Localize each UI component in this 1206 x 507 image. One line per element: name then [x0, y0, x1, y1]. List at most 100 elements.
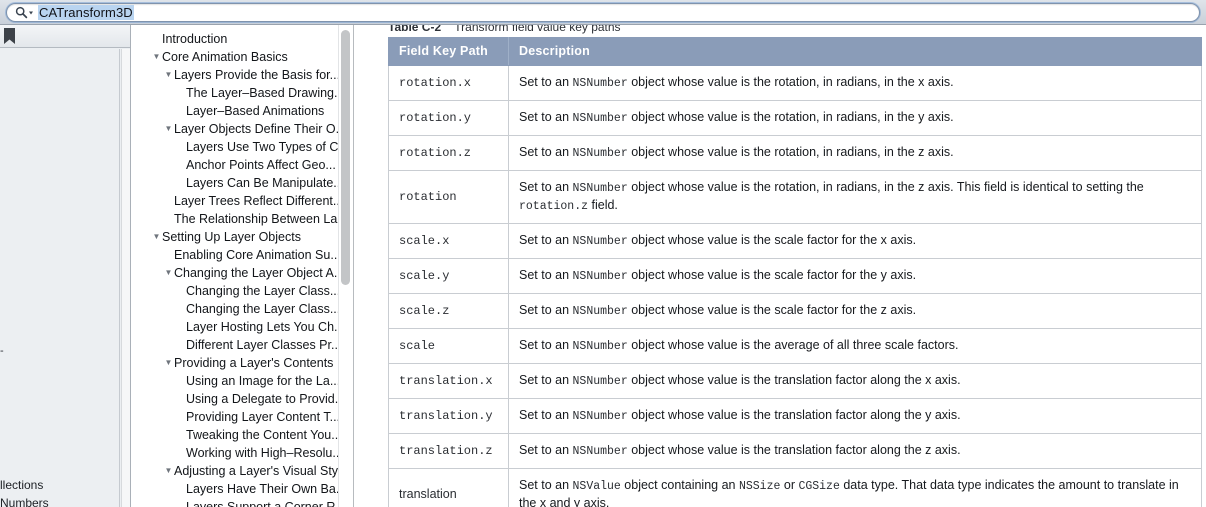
sidebar-item-label: Tweaking the Content You... — [186, 426, 340, 444]
sidebar-item-label: Layer–Based Animations — [186, 102, 324, 120]
sidebar-item[interactable]: Providing Layer Content T... — [132, 408, 340, 426]
cell-description: Set to an NSNumber object whose value is… — [509, 136, 1202, 171]
sidebar-item[interactable]: Changing the Layer Class... — [132, 282, 340, 300]
search-icon[interactable] — [15, 6, 34, 19]
left-panel-body: - llections Numbers on — [0, 49, 120, 507]
sidebar-item[interactable]: Introduction — [132, 30, 340, 48]
sidebar-item-label: Using a Delegate to Provid... — [186, 390, 340, 408]
api-symbol: NSNumber — [573, 77, 628, 90]
cell-description: Set to an NSNumber object whose value is… — [509, 224, 1202, 259]
cell-field-key-path: scale.z — [389, 294, 509, 329]
search-toolbar: CATransform3D — [0, 0, 1206, 25]
cell-field-key-path: scale.x — [389, 224, 509, 259]
sidebar-item-label: Changing the Layer Object A... — [174, 264, 340, 282]
sidebar-item-label: Different Layer Classes Pr... — [186, 336, 340, 354]
workspace: - llections Numbers on Introduction▼Core… — [0, 25, 1206, 507]
disclosure-triangle-icon[interactable]: ▼ — [164, 66, 173, 84]
sidebar-item[interactable]: ▼Layers Provide the Basis for... — [132, 66, 340, 84]
sidebar-item[interactable]: Different Layer Classes Pr... — [132, 336, 340, 354]
api-symbol: NSNumber — [573, 445, 628, 458]
sidebar-item[interactable]: Using an Image for the La... — [132, 372, 340, 390]
toc-scrollbar[interactable] — [338, 25, 352, 507]
left-panel-header — [0, 25, 131, 48]
sidebar-item[interactable]: ▼Changing the Layer Object A... — [132, 264, 340, 282]
sidebar-item-label: Layer Objects Define Their O... — [174, 120, 340, 138]
cell-description: Set to an NSNumber object whose value is… — [509, 434, 1202, 469]
left-panel-scrollbar[interactable] — [121, 49, 130, 507]
table-of-contents-sidebar: Introduction▼Core Animation Basics▼Layer… — [132, 25, 354, 507]
table-row: translation.xSet to an NSNumber object w… — [389, 364, 1202, 399]
api-symbol: NSNumber — [573, 147, 628, 160]
api-symbol: CGSize — [798, 480, 839, 493]
sidebar-item[interactable]: Using a Delegate to Provid... — [132, 390, 340, 408]
sidebar-item-label: Layers Provide the Basis for... — [174, 66, 340, 84]
sidebar-item[interactable]: Layers Use Two Types of C... — [132, 138, 340, 156]
sidebar-item[interactable]: The Relationship Between La... — [132, 210, 340, 228]
table-row: rotation.xSet to an NSNumber object whos… — [389, 66, 1202, 101]
sidebar-item-label: Enabling Core Animation Su... — [174, 246, 340, 264]
disclosure-triangle-icon[interactable]: ▼ — [164, 264, 173, 282]
search-input[interactable]: CATransform3D — [6, 3, 1200, 22]
sidebar-item[interactable]: Layer Trees Reflect Different... — [132, 192, 340, 210]
cell-description: Set to an NSValue object containing an N… — [509, 469, 1202, 507]
table-head: Field Key Path Description — [389, 38, 1202, 66]
sidebar-item[interactable]: ▼Adjusting a Layer's Visual Sty... — [132, 462, 340, 480]
sidebar-item-label: Layers Have Their Own Ba... — [186, 480, 340, 498]
document-pane: Table C-2 Transform field value key path… — [354, 25, 1206, 507]
table-row: rotationSet to an NSNumber object whose … — [389, 171, 1202, 224]
api-symbol: NSNumber — [573, 305, 628, 318]
sidebar-item-label: Providing a Layer's Contents — [174, 354, 333, 372]
sidebar-item[interactable]: Enabling Core Animation Su... — [132, 246, 340, 264]
cell-description: Set to an NSNumber object whose value is… — [509, 259, 1202, 294]
sidebar-item[interactable]: The Layer–Based Drawing... — [132, 84, 340, 102]
sidebar-item[interactable]: ▼Layer Objects Define Their O... — [132, 120, 340, 138]
sidebar-item[interactable]: Changing the Layer Class... — [132, 300, 340, 318]
cell-field-key-path: rotation.x — [389, 66, 509, 101]
cell-description: Set to an NSNumber object whose value is… — [509, 329, 1202, 364]
disclosure-triangle-icon[interactable]: ▼ — [164, 462, 173, 480]
cell-field-key-path: rotation — [389, 171, 509, 224]
sidebar-item-label: Layer Hosting Lets You Ch... — [186, 318, 340, 336]
sidebar-item[interactable]: Tweaking the Content You... — [132, 426, 340, 444]
disclosure-triangle-icon[interactable]: ▼ — [152, 228, 161, 246]
api-symbol: NSValue — [573, 480, 621, 493]
list-item[interactable]: llections — [0, 476, 118, 494]
table-header-row: Field Key Path Description — [389, 38, 1202, 66]
sidebar-item-label: Introduction — [162, 30, 227, 48]
bookmark-icon[interactable] — [3, 28, 16, 45]
table-row: scaleSet to an NSNumber object whose val… — [389, 329, 1202, 364]
left-panel-clipped-list: llections Numbers on — [0, 476, 118, 507]
cell-field-key-path: scale — [389, 329, 509, 364]
disclosure-triangle-icon[interactable]: ▼ — [152, 48, 161, 66]
table-row: translationSet to an NSValue object cont… — [389, 469, 1202, 507]
sidebar-item[interactable]: Layers Have Their Own Ba... — [132, 480, 340, 498]
column-header-field-key-path: Field Key Path — [389, 38, 509, 66]
toc-list: Introduction▼Core Animation Basics▼Layer… — [132, 30, 340, 507]
disclosure-triangle-icon[interactable]: ▼ — [164, 354, 173, 372]
sidebar-item[interactable]: Layer Hosting Lets You Ch... — [132, 318, 340, 336]
sidebar-item-label: Layers Support a Corner R... — [186, 498, 340, 507]
sidebar-item-label: The Layer–Based Drawing... — [186, 84, 340, 102]
transform-key-paths-table: Field Key Path Description rotation.xSet… — [388, 37, 1202, 507]
sidebar-item-label: The Relationship Between La... — [174, 210, 340, 228]
sidebar-item[interactable]: Layers Can Be Manipulate... — [132, 174, 340, 192]
table-caption-number: Table C-2 — [388, 25, 441, 34]
list-item[interactable]: Numbers — [0, 494, 118, 507]
table-row: translation.zSet to an NSNumber object w… — [389, 434, 1202, 469]
sidebar-item[interactable]: Layer–Based Animations — [132, 102, 340, 120]
cell-field-key-path: translation — [389, 469, 509, 507]
sidebar-item[interactable]: ▼Providing a Layer's Contents — [132, 354, 340, 372]
disclosure-triangle-icon[interactable]: ▼ — [164, 120, 173, 138]
sidebar-item[interactable]: ▼Core Animation Basics — [132, 48, 340, 66]
sidebar-item[interactable]: ▼Setting Up Layer Objects — [132, 228, 340, 246]
sidebar-item[interactable]: Anchor Points Affect Geo... — [132, 156, 340, 174]
sidebar-item[interactable]: Layers Support a Corner R... — [132, 498, 340, 507]
sidebar-item-label: Using an Image for the La... — [186, 372, 340, 390]
toc-scrollbar-thumb[interactable] — [341, 30, 350, 285]
column-header-description: Description — [509, 38, 1202, 66]
sidebar-item[interactable]: Working with High–Resolu... — [132, 444, 340, 462]
api-symbol: NSNumber — [573, 182, 628, 195]
cell-field-key-path: rotation.y — [389, 101, 509, 136]
api-symbol: NSNumber — [573, 410, 628, 423]
table-body: rotation.xSet to an NSNumber object whos… — [389, 66, 1202, 507]
